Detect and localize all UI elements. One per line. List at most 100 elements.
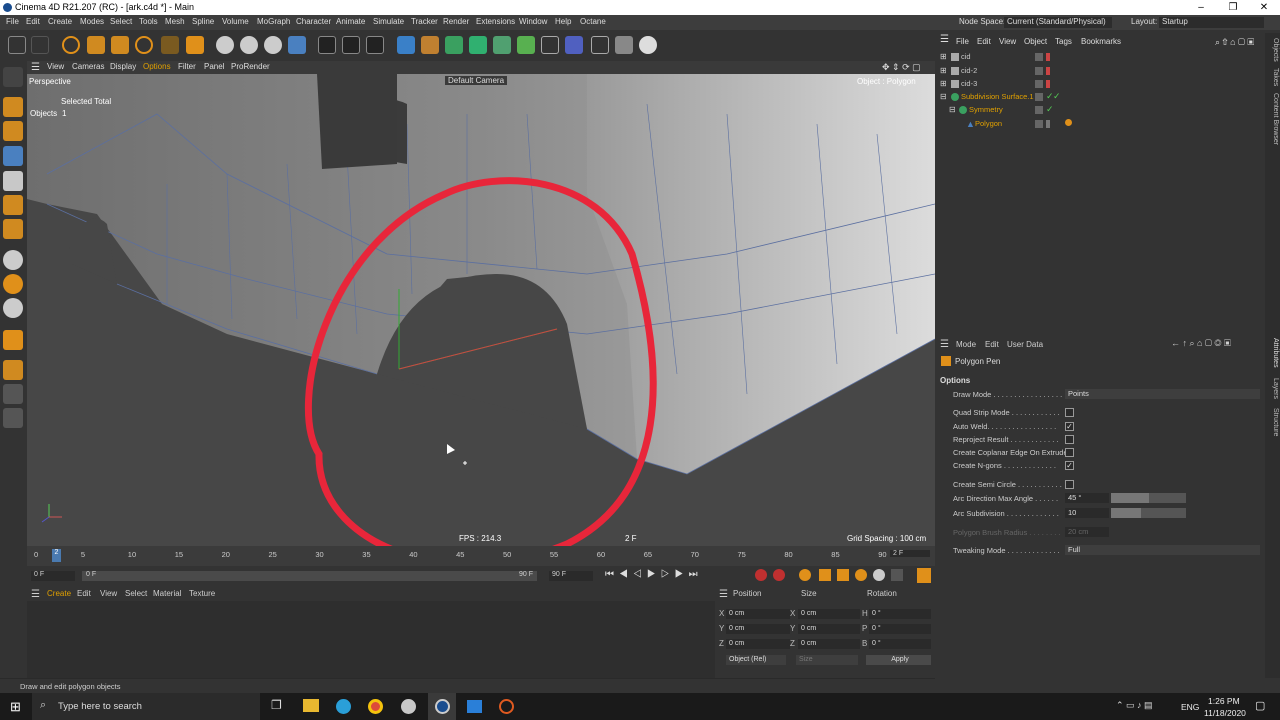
camera-label[interactable]: Default Camera (445, 76, 508, 85)
apply-button[interactable]: Apply (866, 655, 931, 665)
object-row[interactable]: ⊞ cid-2 (935, 65, 1265, 78)
vp-menu-prorender[interactable]: ProRender (231, 62, 270, 71)
menu-modes[interactable]: Modes (80, 17, 104, 26)
menu-edit[interactable]: Edit (26, 17, 40, 26)
render-settings-icon[interactable] (366, 36, 384, 54)
attributes-menu-icon[interactable]: ☰ (940, 339, 949, 350)
live-selection-icon[interactable] (62, 36, 80, 54)
node-space-dropdown[interactable]: Current (Standard/Physical) (1004, 17, 1112, 28)
arc-subdivision-slider[interactable] (1111, 508, 1186, 518)
coordinate-system-icon[interactable] (288, 36, 306, 54)
arc-subdivision-field[interactable]: 10 (1065, 508, 1109, 518)
cube-icon[interactable] (397, 36, 415, 54)
vp-menu-options[interactable]: Options (143, 62, 171, 71)
visibility-toggle-icon[interactable] (1035, 120, 1043, 128)
coordinate-mode-dropdown[interactable]: Object (Rel) (726, 655, 786, 665)
pos-x-field[interactable]: 0 cm (726, 609, 790, 619)
vp-menu-cameras[interactable]: Cameras (72, 62, 104, 71)
language-indicator[interactable]: ENG (1181, 702, 1199, 712)
obj-menu-object[interactable]: Object (1024, 37, 1047, 46)
vp-menu-display[interactable]: Display (110, 62, 136, 71)
size-y-field[interactable]: 0 cm (798, 624, 860, 634)
mat-menu-create[interactable]: Create (47, 589, 71, 598)
pos-z-field[interactable]: 0 cm (726, 639, 790, 649)
reproject-result-checkbox[interactable] (1065, 435, 1074, 444)
arc-max-angle-slider[interactable] (1111, 493, 1186, 503)
create-semi-circle-checkbox[interactable] (1065, 480, 1074, 489)
mat-menu-select[interactable]: Select (125, 589, 147, 598)
scene-icon[interactable] (565, 36, 583, 54)
vp-menu-panel[interactable]: Panel (204, 62, 224, 71)
mat-menu-material[interactable]: Material (153, 589, 181, 598)
points-mode-icon[interactable] (3, 171, 23, 191)
autokey-icon[interactable] (773, 569, 785, 581)
workplane-mode-icon[interactable] (3, 146, 23, 166)
coords-menu-icon[interactable]: ☰ (719, 589, 728, 600)
rot-b-field[interactable]: 0 ° (869, 639, 931, 649)
obj-menu-tags[interactable]: Tags (1055, 37, 1072, 46)
menu-tracker[interactable]: Tracker (411, 17, 438, 26)
tweaking-mode-dropdown[interactable]: Full (1065, 545, 1260, 555)
render-to-picture-viewer-icon[interactable] (342, 36, 360, 54)
cinema4d-taskbar-button[interactable] (428, 693, 456, 720)
redo-icon[interactable] (31, 36, 49, 54)
floor-icon[interactable] (591, 36, 609, 54)
record-icon[interactable] (755, 569, 767, 581)
tweak-mode-icon[interactable] (3, 274, 23, 294)
edges-mode-icon[interactable] (3, 195, 23, 215)
planar-workplane-icon[interactable] (3, 384, 23, 404)
draw-mode-dropdown[interactable]: Points (1065, 389, 1260, 399)
size-mode-dropdown[interactable]: Size (796, 655, 858, 665)
enabled-check-icon[interactable]: ✓ (1046, 104, 1054, 115)
visibility-toggle-icon[interactable] (1035, 53, 1043, 61)
arc-max-angle-field[interactable]: 45 ° (1065, 493, 1109, 503)
auto-weld-checkbox[interactable]: ✓ (1065, 422, 1074, 431)
camera-icon[interactable] (615, 36, 633, 54)
polygon-pen-icon[interactable] (186, 36, 204, 54)
menu-character[interactable]: Character (296, 17, 331, 26)
material-menu-icon[interactable]: ☰ (31, 589, 40, 600)
mat-menu-view[interactable]: View (100, 589, 117, 598)
create-ngons-checkbox[interactable]: ✓ (1065, 461, 1074, 470)
menu-window[interactable]: Window (519, 17, 547, 26)
pos-y-field[interactable]: 0 cm (726, 624, 790, 634)
render-view-icon[interactable] (318, 36, 336, 54)
app-icon[interactable] (401, 699, 416, 714)
rotation-key-icon[interactable] (855, 569, 867, 581)
pen-spline-icon[interactable] (421, 36, 439, 54)
object-row[interactable]: ▲ Polygon (935, 118, 1265, 131)
object-manager-menu-icon[interactable]: ☰ (940, 34, 949, 45)
vp-menu-view[interactable]: View (47, 62, 64, 71)
quad-strip-mode-checkbox[interactable] (1065, 408, 1074, 417)
taskbar-search-box[interactable]: ⌕ Type here to search (32, 693, 260, 720)
menu-tools[interactable]: Tools (139, 17, 158, 26)
end-frame-field[interactable]: 90 F (549, 571, 593, 581)
visibility-toggle-icon[interactable] (1035, 106, 1043, 114)
app-window-icon[interactable] (467, 700, 482, 713)
object-row[interactable]: ⊟ Subdivision Surface.1 ✓ ✓ (935, 91, 1265, 104)
enabled-check-icon[interactable]: ✓ (1053, 91, 1061, 102)
mograph-cloner-icon[interactable] (493, 36, 511, 54)
menu-simulate[interactable]: Simulate (373, 17, 404, 26)
phong-tag-icon[interactable] (1065, 119, 1072, 126)
attributes-nav-icons[interactable]: ← ↑ ⌕ ⌂ ▢ ◎ ▣ (1171, 338, 1231, 349)
workplane-lock-icon[interactable] (3, 360, 23, 380)
rotate-icon[interactable] (135, 36, 153, 54)
menu-render[interactable]: Render (443, 17, 469, 26)
locked-workplane-icon[interactable] (3, 408, 23, 428)
object-row[interactable]: ⊞ cid (935, 51, 1265, 64)
menu-octane[interactable]: Octane (580, 17, 606, 26)
menu-mesh[interactable]: Mesh (165, 17, 185, 26)
menu-spline[interactable]: Spline (192, 17, 214, 26)
playback-controls[interactable]: ⏮◀◁▶▷▶⏭ (605, 569, 703, 580)
menu-volume[interactable]: Volume (222, 17, 249, 26)
render-toggle-icon[interactable] (1046, 67, 1050, 75)
close-button[interactable]: ✕ (1248, 0, 1280, 15)
field-icon[interactable] (541, 36, 559, 54)
rot-h-field[interactable]: 0 ° (869, 609, 931, 619)
layout-dropdown[interactable]: Startup (1159, 17, 1264, 28)
y-axis-lock-icon[interactable] (240, 36, 258, 54)
parameter-key-icon[interactable] (873, 569, 885, 581)
render-toggle-icon[interactable] (1046, 53, 1050, 61)
notifications-icon[interactable]: ▢ (1255, 699, 1265, 712)
